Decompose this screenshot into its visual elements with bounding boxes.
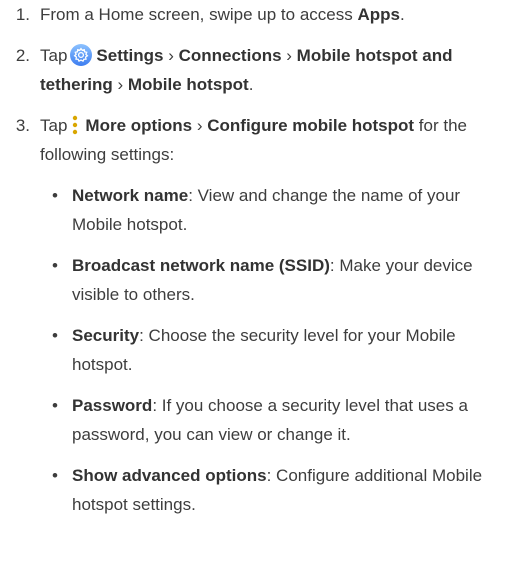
- list-item: • Security: Choose the security level fo…: [40, 321, 515, 379]
- bullet-title: Show advanced options: [72, 466, 267, 485]
- tap-word: Tap: [40, 46, 68, 65]
- connections-label: Connections: [178, 46, 282, 65]
- gear-icon: [70, 44, 93, 66]
- bullet-title: Broadcast network name (SSID): [72, 256, 330, 275]
- step-1: 1. From a Home screen, swipe up to acces…: [0, 0, 523, 29]
- tap-word: Tap: [40, 116, 68, 135]
- apps-label: Apps: [357, 5, 400, 24]
- bullet-dot: •: [52, 326, 58, 345]
- separator: ›: [281, 46, 297, 65]
- more-options-icon: [73, 115, 78, 135]
- bullet-dot: •: [52, 186, 58, 205]
- step-2: 2. Tap Settings › Connections › Mobile h…: [0, 41, 523, 99]
- separator: ›: [163, 46, 179, 65]
- list-item: • Show advanced options: Configure addit…: [40, 461, 515, 519]
- more-options-label: More options: [85, 116, 193, 135]
- settings-bullet-list: • Network name: View and change the name…: [40, 181, 515, 519]
- list-item: • Broadcast network name (SSID): Make yo…: [40, 251, 515, 309]
- configure-hotspot-label: Configure mobile hotspot: [207, 116, 415, 135]
- step-text: From a Home screen, swipe up to access: [40, 5, 358, 24]
- mobile-hotspot-label: Mobile hotspot: [127, 75, 249, 94]
- list-item: • Network name: View and change the name…: [40, 181, 515, 239]
- period: .: [248, 75, 254, 94]
- bullet-title: Network name: [72, 186, 189, 205]
- bullet-title: Password: [72, 396, 153, 415]
- settings-label: Settings: [96, 46, 164, 65]
- bullet-dot: •: [52, 256, 58, 275]
- step-3: 3. Tap More options › Configure mobile h…: [0, 111, 523, 519]
- period: .: [399, 5, 405, 24]
- step-number: 1.: [15, 5, 30, 24]
- bullet-dot: •: [52, 466, 58, 485]
- list-item: • Password: If you choose a security lev…: [40, 391, 515, 449]
- step-number: 2.: [15, 46, 30, 65]
- instruction-steps: 1. From a Home screen, swipe up to acces…: [0, 0, 523, 531]
- separator: ›: [112, 75, 128, 94]
- separator: ›: [192, 116, 208, 135]
- step-number: 3.: [15, 116, 30, 135]
- bullet-dot: •: [52, 396, 58, 415]
- bullet-title: Security: [72, 326, 140, 345]
